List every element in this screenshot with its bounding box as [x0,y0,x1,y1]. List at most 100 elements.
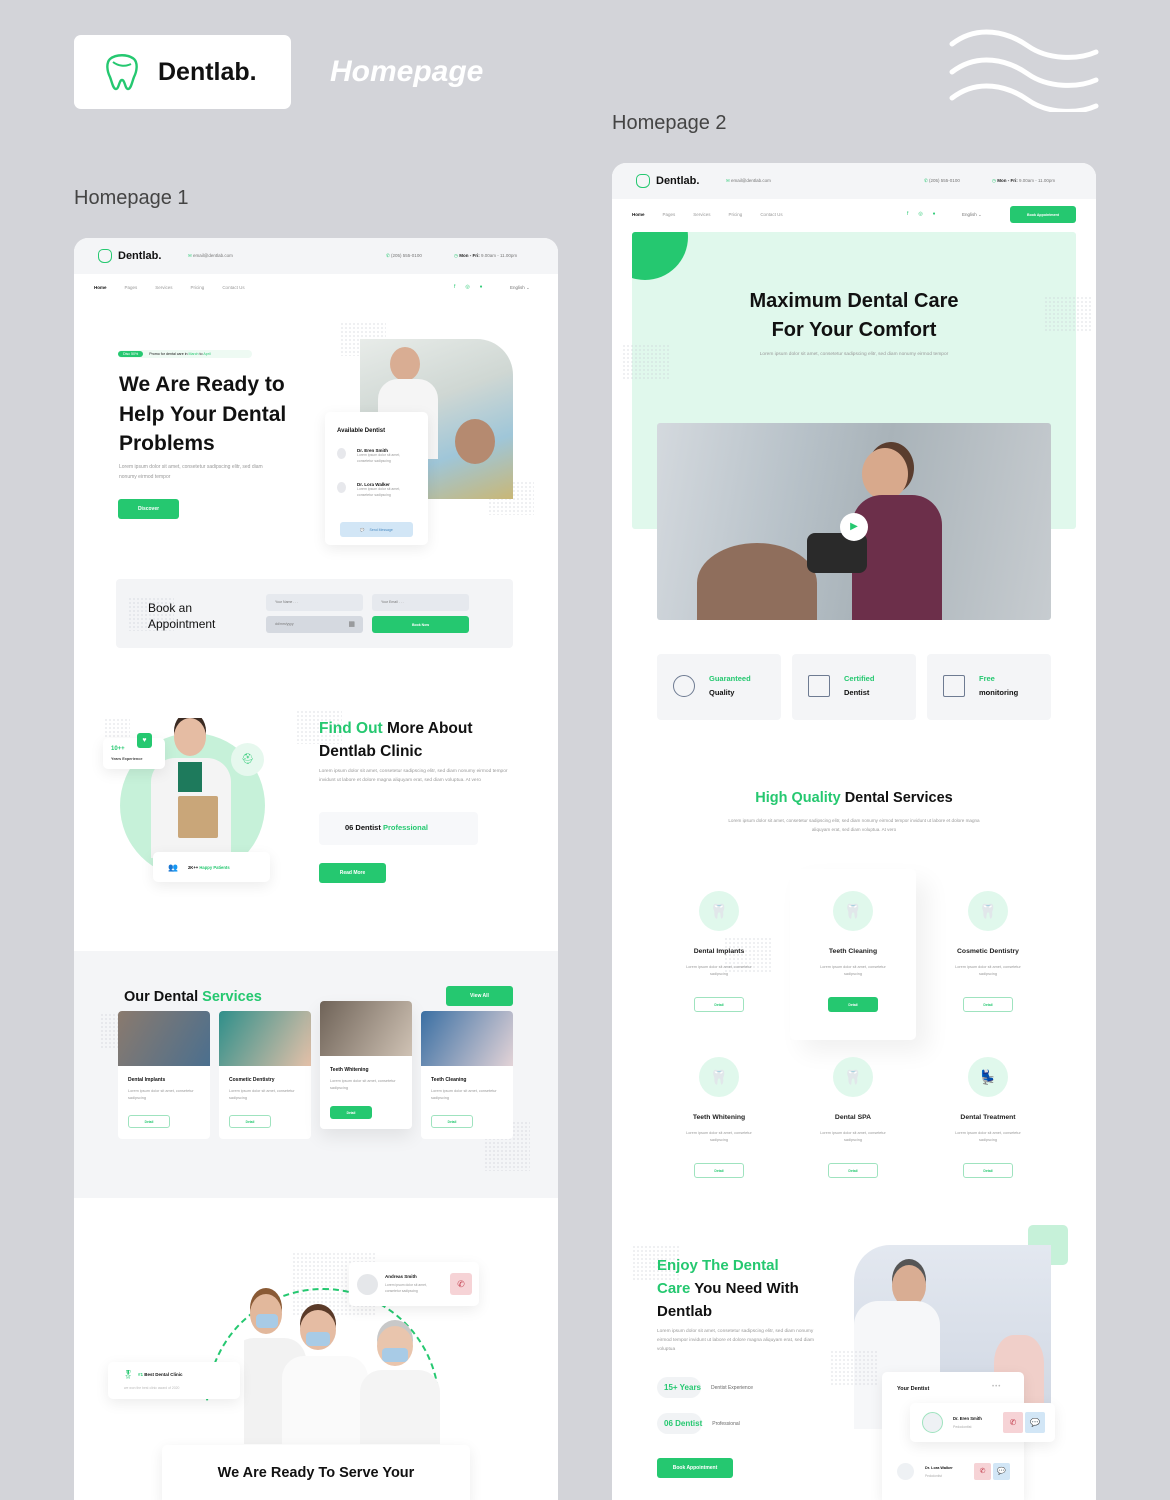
send-message-label: Send Message [369,527,393,532]
available-dentist-card: Available Dentist Dr. Eren Smith Lorem ip… [325,412,428,545]
service-title: Teeth Cleaning [828,948,878,955]
available-title: Available Dentist [337,428,386,434]
nav-pricing[interactable]: Pricing [191,285,205,290]
header-phone[interactable]: ✆ (205) 555-0100 [386,253,422,259]
name-input[interactable]: Your Name . . . [266,594,363,611]
detail-button[interactable]: Detail [431,1115,473,1128]
stat1-value: 15+ Years [657,1377,702,1398]
twitter-icon[interactable]: ♦ [480,284,493,290]
detail-button[interactable]: Detail [828,997,878,1012]
experience-badge: ♥ 10++ Years Experience [103,733,165,769]
hero-video[interactable]: ▶ [657,423,1051,620]
header-logo[interactable]: Dentlab. [98,249,161,263]
twitter-icon[interactable]: ♦ [933,211,946,217]
tooth-sparkle-icon: 🦷 [833,891,873,931]
facebook-icon[interactable]: f [454,284,465,290]
award-title-text: Best Dental Clinic [143,1372,183,1377]
service-item: 💺 Dental Treatment Lorem ipsum dolor sit… [928,1057,1048,1187]
enjoy-book-button[interactable]: Book Appointment [657,1458,733,1478]
chat-button[interactable]: 💬 [993,1463,1010,1480]
service-card: Dental Implants Lorem ipsum dolor sit am… [118,1011,210,1139]
header-email[interactable]: ✉ email@dentlab.com [726,178,771,184]
clock-icon: ◷ [454,253,458,258]
hero2-title: Maximum Dental Care For Your Comfort [612,287,1096,345]
service-title: Teeth Cleaning [431,1077,467,1083]
dentist-item[interactable]: Dr. Eren Smith Lorem ipsum dolor sit amet… [337,448,413,465]
phone-icon: ✆ [386,253,390,258]
serve-card: We Are Ready To Serve Your [162,1445,470,1500]
facebook-icon[interactable]: f [907,211,918,217]
promo-badge: Disc 50% [118,351,144,357]
book-now-button[interactable]: Book Now [372,616,469,633]
book-appointment-button[interactable]: Book Appointment [1010,206,1076,223]
instagram-icon[interactable]: ◎ [465,284,479,290]
chat-button[interactable]: 💬 [1025,1412,1045,1433]
service-card: Teeth Whitening Lorem ipsum dolor sit am… [320,1001,412,1129]
homepage-2-preview: Dentlab. ✉ email@dentlab.com ✆ (205) 555… [612,163,1096,1500]
nav-contact[interactable]: Contact Us [760,212,782,217]
header-brand: Dentlab. [656,175,700,187]
stat2-label: Professional [712,1420,740,1427]
feature-title-dark: monitoring [979,688,1019,697]
header-logo[interactable]: Dentlab. [636,174,699,188]
service-text: Lorem ipsum dolor sit amet, consetetur s… [330,1079,396,1090]
nav-services[interactable]: Services [693,212,710,217]
service-text: Lorem ipsum dolor sit amet, consetetur s… [128,1089,194,1100]
dentist-item[interactable]: Dr. Lora Walker Lorem ipsum dolor sit ame… [337,482,413,499]
stat2-value: 06 Dentist [657,1413,703,1434]
detail-button[interactable]: Detail [694,997,744,1012]
email-input[interactable]: Your Email . . . [372,594,469,611]
date-input[interactable]: dd/mm/yyyy ▦ [266,616,363,633]
booking-title: Book an Appointment [148,601,216,631]
nav-services[interactable]: Services [155,285,172,290]
dentist-avatar [337,448,346,459]
more-options-icon[interactable]: ••• [992,1384,1001,1390]
experience-label: Years Experience [111,757,143,761]
language-select[interactable]: English ⌄ [510,285,530,291]
showcase-title: Homepage [330,55,484,88]
play-button[interactable]: ▶ [840,513,868,541]
phone-call-button[interactable]: ✆ [450,1273,472,1295]
header-phone[interactable]: ✆ (205) 555-0100 [924,178,960,184]
award-icon: 🎖 [123,1370,134,1379]
nav-pages[interactable]: Pages [663,212,676,217]
nav-home[interactable]: Home [632,212,645,217]
header-email[interactable]: ✉ email@dentlab.com [188,253,233,259]
feature-card: Free monitoring [927,654,1051,720]
homepage-1-label: Homepage 1 [74,187,189,209]
happy-patients-badge: 👥 2K++ Happy Patients [153,852,270,882]
promo-month-a: March [188,352,199,356]
detail-button[interactable]: Detail [828,1163,878,1178]
stat1-label: Dentist Experience [711,1384,753,1391]
detail-button[interactable]: Detail [963,1163,1013,1178]
service-text: Lorem ipsum dolor sit amet, consetetur s… [955,965,1021,976]
view-all-button[interactable]: View All [446,986,513,1006]
homepage-2-label: Homepage 2 [612,112,727,134]
instagram-icon[interactable]: ◎ [918,211,932,217]
nav-pricing[interactable]: Pricing [729,212,743,217]
call-button[interactable]: ✆ [1003,1412,1023,1433]
nav-home[interactable]: Home [94,285,107,290]
detail-button[interactable]: Detail [330,1106,372,1119]
detail-button[interactable]: Detail [963,997,1013,1012]
enjoy-title: Enjoy The Dental Care You Need With Dentla… [657,1254,837,1323]
service-photo [118,1011,210,1066]
language-select[interactable]: English ⌄ [962,212,982,218]
chat-icon: 💬 [360,527,365,532]
tooth-logo-icon [636,174,650,188]
service-text: Lorem ipsum dolor sit amet, consetetur s… [431,1089,497,1100]
discover-button[interactable]: Discover [118,499,179,519]
feature-card: Certified Dentist [792,654,916,720]
send-message-button[interactable]: 💬 Send Message [340,522,413,537]
service-title: Cosmetic Dentistry [229,1077,275,1083]
read-more-button[interactable]: Read More [319,863,386,883]
detail-button[interactable]: Detail [128,1115,170,1128]
language-value: English [962,212,977,217]
service-photo [219,1011,311,1066]
detail-button[interactable]: Detail [229,1115,271,1128]
dentist-text: Lorem ipsum dolor sit amet, consetetur s… [357,453,401,463]
nav-contact[interactable]: Contact Us [222,285,244,290]
nav-pages[interactable]: Pages [125,285,138,290]
call-button[interactable]: ✆ [974,1463,991,1480]
detail-button[interactable]: Detail [694,1163,744,1178]
